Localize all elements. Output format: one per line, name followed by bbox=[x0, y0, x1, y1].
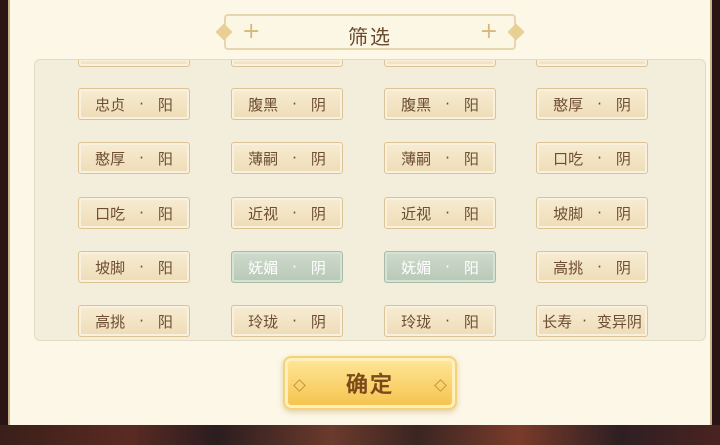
separator-dot: · bbox=[445, 95, 450, 113]
trait-polarity: 阴 bbox=[310, 204, 326, 223]
trait-name: 坡脚 bbox=[95, 258, 126, 277]
background-scene-strip bbox=[0, 425, 720, 445]
filter-chip[interactable]: 玲珑 · 阳 bbox=[384, 305, 496, 337]
filter-chip[interactable]: 坡脚 · 阳 bbox=[78, 251, 190, 283]
filter-chip[interactable]: 坡脚 · 阴 bbox=[536, 197, 648, 229]
filter-chip[interactable]: 长寿 · 变异阴 bbox=[536, 305, 648, 337]
filter-chip-partial bbox=[384, 60, 496, 67]
filter-chip-partial bbox=[536, 60, 648, 67]
trait-polarity: 阳 bbox=[463, 149, 479, 168]
filter-chip[interactable]: 忠贞 · 阳 bbox=[78, 88, 190, 120]
separator-dot: · bbox=[139, 312, 144, 330]
filter-chip[interactable]: 薄嗣 · 阳 bbox=[384, 142, 496, 174]
trait-polarity: 阳 bbox=[463, 258, 479, 277]
dialog-title-plate: + 筛选 + bbox=[224, 14, 516, 50]
filter-chip-selected[interactable]: 妩媚 · 阳 bbox=[384, 251, 496, 283]
filter-chip[interactable]: 高挑 · 阳 bbox=[78, 305, 190, 337]
filter-chip[interactable]: 憨厚 · 阴 bbox=[536, 88, 648, 120]
filter-chip[interactable]: 玲珑 · 阴 bbox=[231, 305, 343, 337]
trait-name: 薄嗣 bbox=[401, 149, 432, 168]
trait-name: 玲珑 bbox=[401, 312, 432, 331]
trait-name: 忠贞 bbox=[95, 95, 126, 114]
filter-dialog: + 筛选 + 忠贞 · 阳 腹黑 · 阴 腹黑 · 阳 憨厚 · 阴 憨厚 · 阳 薄嗣 · 阴 薄嗣 ·… bbox=[8, 0, 712, 425]
filter-chip[interactable]: 口吃 · 阴 bbox=[536, 142, 648, 174]
trait-polarity: 阴 bbox=[615, 204, 631, 223]
trait-polarity: 阳 bbox=[157, 258, 173, 277]
separator-dot: · bbox=[445, 204, 450, 222]
trait-name: 玲珑 bbox=[248, 312, 279, 331]
filter-grid[interactable]: 忠贞 · 阳 腹黑 · 阴 腹黑 · 阳 憨厚 · 阴 憨厚 · 阳 薄嗣 · 阴 薄嗣 · 阳 口吃 · 阴 … bbox=[34, 59, 706, 341]
separator-dot: · bbox=[139, 258, 144, 276]
separator-dot: · bbox=[445, 149, 450, 167]
trait-polarity: 阴 bbox=[310, 149, 326, 168]
trait-name: 腹黑 bbox=[248, 95, 279, 114]
trait-polarity: 阴 bbox=[615, 95, 631, 114]
filter-chip-partial bbox=[78, 60, 190, 67]
filter-chip[interactable]: 近视 · 阴 bbox=[231, 197, 343, 229]
trait-name: 妩媚 bbox=[401, 258, 432, 277]
trait-name: 高挑 bbox=[95, 312, 126, 331]
trait-name: 长寿 bbox=[542, 312, 573, 331]
trait-name: 憨厚 bbox=[553, 95, 584, 114]
confirm-button[interactable]: 确定 bbox=[283, 356, 457, 410]
trait-polarity: 阳 bbox=[157, 204, 173, 223]
separator-dot: · bbox=[292, 204, 297, 222]
filter-chip[interactable]: 憨厚 · 阳 bbox=[78, 142, 190, 174]
separator-dot: · bbox=[292, 312, 297, 330]
trait-polarity: 阳 bbox=[463, 312, 479, 331]
trait-polarity: 阳 bbox=[463, 95, 479, 114]
trait-name: 口吃 bbox=[95, 204, 126, 223]
filter-chip[interactable]: 近视 · 阳 bbox=[384, 197, 496, 229]
trait-polarity: 阴 bbox=[310, 312, 326, 331]
dialog-title: 筛选 bbox=[348, 25, 392, 49]
filter-chip[interactable]: 薄嗣 · 阴 bbox=[231, 142, 343, 174]
separator-dot: · bbox=[445, 258, 450, 276]
filter-chip-selected[interactable]: 妩媚 · 阴 bbox=[231, 251, 343, 283]
separator-dot: · bbox=[582, 312, 587, 330]
trait-polarity: 阴 bbox=[615, 258, 631, 277]
trait-name: 口吃 bbox=[553, 149, 584, 168]
trait-polarity: 阴 bbox=[310, 258, 326, 277]
trait-name: 近视 bbox=[248, 204, 279, 223]
separator-dot: · bbox=[597, 204, 602, 222]
filter-chip[interactable]: 腹黑 · 阳 bbox=[384, 88, 496, 120]
trait-polarity: 阳 bbox=[157, 312, 173, 331]
separator-dot: · bbox=[139, 149, 144, 167]
filter-chip[interactable]: 口吃 · 阳 bbox=[78, 197, 190, 229]
plus-ornament-icon: + bbox=[479, 19, 498, 44]
trait-name: 憨厚 bbox=[95, 149, 126, 168]
trait-name: 坡脚 bbox=[553, 204, 584, 223]
separator-dot: · bbox=[139, 95, 144, 113]
trait-polarity: 阴 bbox=[310, 95, 326, 114]
separator-dot: · bbox=[597, 258, 602, 276]
trait-name: 薄嗣 bbox=[248, 149, 279, 168]
trait-name: 妩媚 bbox=[248, 258, 279, 277]
separator-dot: · bbox=[292, 149, 297, 167]
trait-polarity: 变异阴 bbox=[596, 312, 642, 331]
trait-polarity: 阳 bbox=[157, 149, 173, 168]
trait-polarity: 阳 bbox=[463, 204, 479, 223]
separator-dot: · bbox=[597, 95, 602, 113]
trait-name: 高挑 bbox=[553, 258, 584, 277]
trait-polarity: 阴 bbox=[615, 149, 631, 168]
trait-name: 近视 bbox=[401, 204, 432, 223]
trait-polarity: 阳 bbox=[157, 95, 173, 114]
separator-dot: · bbox=[292, 258, 297, 276]
separator-dot: · bbox=[597, 149, 602, 167]
trait-name: 腹黑 bbox=[401, 95, 432, 114]
filter-chip-partial bbox=[231, 60, 343, 67]
filter-chip[interactable]: 腹黑 · 阴 bbox=[231, 88, 343, 120]
filter-chip[interactable]: 高挑 · 阴 bbox=[536, 251, 648, 283]
separator-dot: · bbox=[139, 204, 144, 222]
separator-dot: · bbox=[445, 312, 450, 330]
separator-dot: · bbox=[292, 95, 297, 113]
